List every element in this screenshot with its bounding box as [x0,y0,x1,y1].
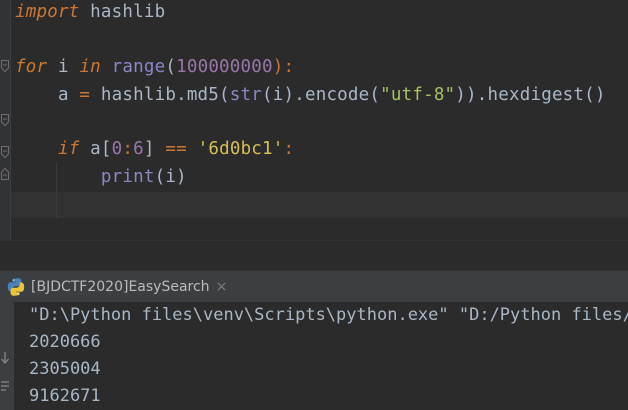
code-token: ( [165,57,177,77]
code-token: i [47,57,80,77]
code-token: 100000000 [176,57,273,77]
code-token: () [584,85,606,105]
code-token: . [476,85,488,105]
code-token: hashlib [90,85,177,105]
code-token: = [79,85,91,105]
code-editor[interactable]: import hashlib for i in range(100000000)… [0,0,628,240]
code-token: import [15,2,80,22]
console-output-line: 2020666 [29,332,101,352]
close-icon[interactable]: × [216,279,228,295]
run-console[interactable]: "D:\Python files\venv\Scripts\python.exe… [0,302,628,410]
code-token: (i) [262,85,295,105]
code-token: . [176,85,187,105]
code-token: == [165,139,187,159]
code-token: in [79,57,101,77]
code-token: ] [143,139,166,159]
code-token: "utf-8" [380,85,456,105]
console-toolbar [0,302,14,410]
run-tab-bar: [BJDCTF2020]EasySearch × [0,270,628,303]
code-token: : [122,139,134,159]
python-icon [6,277,26,297]
editor-gutter [0,0,11,240]
fold-collapse-icon[interactable] [1,60,9,72]
soft-wrap-icon[interactable] [0,378,10,392]
code-token: )) [455,85,477,105]
code-line-1[interactable]: import hashlib [15,0,165,26]
code-token: a [15,85,80,105]
code-line-6[interactable]: if a[0:6] == '6d0bc1': [15,135,294,163]
fold-collapse-icon[interactable] [1,146,9,158]
code-line-7[interactable]: print(i) [15,163,187,191]
run-tab-label: [BJDCTF2020]EasySearch [31,279,210,295]
code-token: 6 [133,139,144,159]
code-token: hashlib [79,2,166,22]
code-token: '6d0bc1' [197,139,284,159]
scroll-to-end-icon[interactable] [0,350,10,364]
fold-collapse-icon[interactable] [1,114,9,126]
code-token: (i) [154,167,187,187]
code-token: 0 [111,139,123,159]
code-token: hexdigest [487,85,585,105]
fold-end-icon[interactable] [1,168,9,180]
console-output-line: "D:\Python files\venv\Scripts\python.exe… [29,305,628,325]
code-token: for [15,57,48,77]
code-line-4[interactable]: a = hashlib.md5(str(i).encode("utf-8")).… [15,81,606,109]
code-token: ( [219,85,230,105]
code-token: str [229,85,262,105]
code-line-3[interactable]: for i in range(100000000): [15,53,294,81]
editor-bottom-area [0,240,628,270]
code-token: if [57,139,80,159]
code-token: ): [272,57,295,77]
code-token: . [294,85,305,105]
run-tab[interactable]: [BJDCTF2020]EasySearch × [0,271,235,303]
current-line-highlight [11,192,628,218]
code-token: a[ [79,139,112,159]
code-token: encode [304,85,370,105]
code-token: md5 [186,85,220,105]
code-token: ( [369,85,381,105]
code-token: : [283,139,295,159]
console-output-line: 9162671 [29,386,101,406]
code-token: print [100,167,155,187]
code-token: range [111,57,166,77]
ide-window: import hashlib for i in range(100000000)… [0,0,628,410]
console-output-line: 2305004 [29,359,101,379]
